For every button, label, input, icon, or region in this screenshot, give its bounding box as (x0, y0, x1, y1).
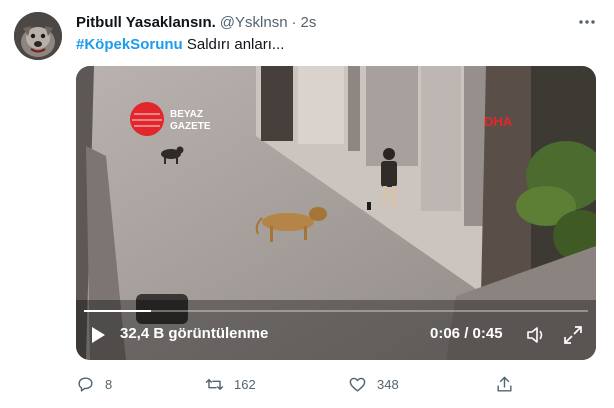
view-count: 32,4 B görüntülenme (120, 325, 269, 342)
beyaz-gazete-logo-icon (130, 102, 164, 136)
progress-bar[interactable] (84, 310, 588, 312)
reply-button[interactable]: 8 (76, 372, 112, 396)
watermark-right: DHA (484, 114, 513, 129)
video-controls: 32,4 B görüntülenme 0:06 / 0:45 (76, 300, 596, 360)
play-icon (92, 327, 105, 343)
heart-icon (349, 377, 366, 392)
pitbull-avatar-icon (14, 12, 62, 60)
fullscreen-icon (564, 326, 582, 344)
retweet-icon (205, 378, 224, 390)
tweet-actions: 8 162 348 (76, 372, 536, 396)
fullscreen-button[interactable] (562, 324, 584, 346)
reply-count: 8 (105, 376, 113, 392)
avatar[interactable] (14, 12, 62, 60)
timestamp[interactable]: 2s (301, 14, 317, 31)
retweet-count: 162 (234, 376, 256, 392)
watermark-left-line1: BEYAZ (170, 109, 203, 120)
more-dots-icon (579, 20, 595, 24)
progress-bar-fill (84, 310, 152, 312)
user-handle[interactable]: @Ysklnsn (220, 14, 288, 31)
volume-icon (527, 327, 543, 343)
watermark-left-line2: GAZETE (170, 121, 211, 132)
tweet-card[interactable]: Pitbull Yasaklansın. @Ysklnsn · 2s #Köpe… (0, 0, 614, 408)
tweet-text: #KöpekSorunu Saldırı anları... (76, 36, 284, 53)
retweet-button[interactable]: 162 (205, 372, 256, 396)
hashtag-link[interactable]: #KöpekSorunu (76, 36, 183, 53)
play-button[interactable] (88, 325, 108, 345)
more-options-button[interactable] (576, 12, 598, 32)
tweet-header: Pitbull Yasaklansın. @Ysklnsn · 2s (76, 12, 316, 32)
reply-icon (78, 376, 93, 392)
like-count: 348 (377, 376, 399, 392)
display-name[interactable]: Pitbull Yasaklansın. (76, 14, 216, 31)
volume-button[interactable] (525, 324, 547, 346)
video-timecode: 0:06 / 0:45 (430, 325, 503, 342)
tweet-body-text: Saldırı anları... (182, 36, 285, 53)
video-player[interactable]: BEYAZ GAZETE DHA 32,4 B görüntülenme 0:0… (76, 66, 596, 360)
share-button[interactable] (495, 372, 514, 396)
like-button[interactable]: 348 (348, 372, 399, 396)
share-icon (497, 376, 512, 392)
separator-dot: · (291, 13, 297, 31)
